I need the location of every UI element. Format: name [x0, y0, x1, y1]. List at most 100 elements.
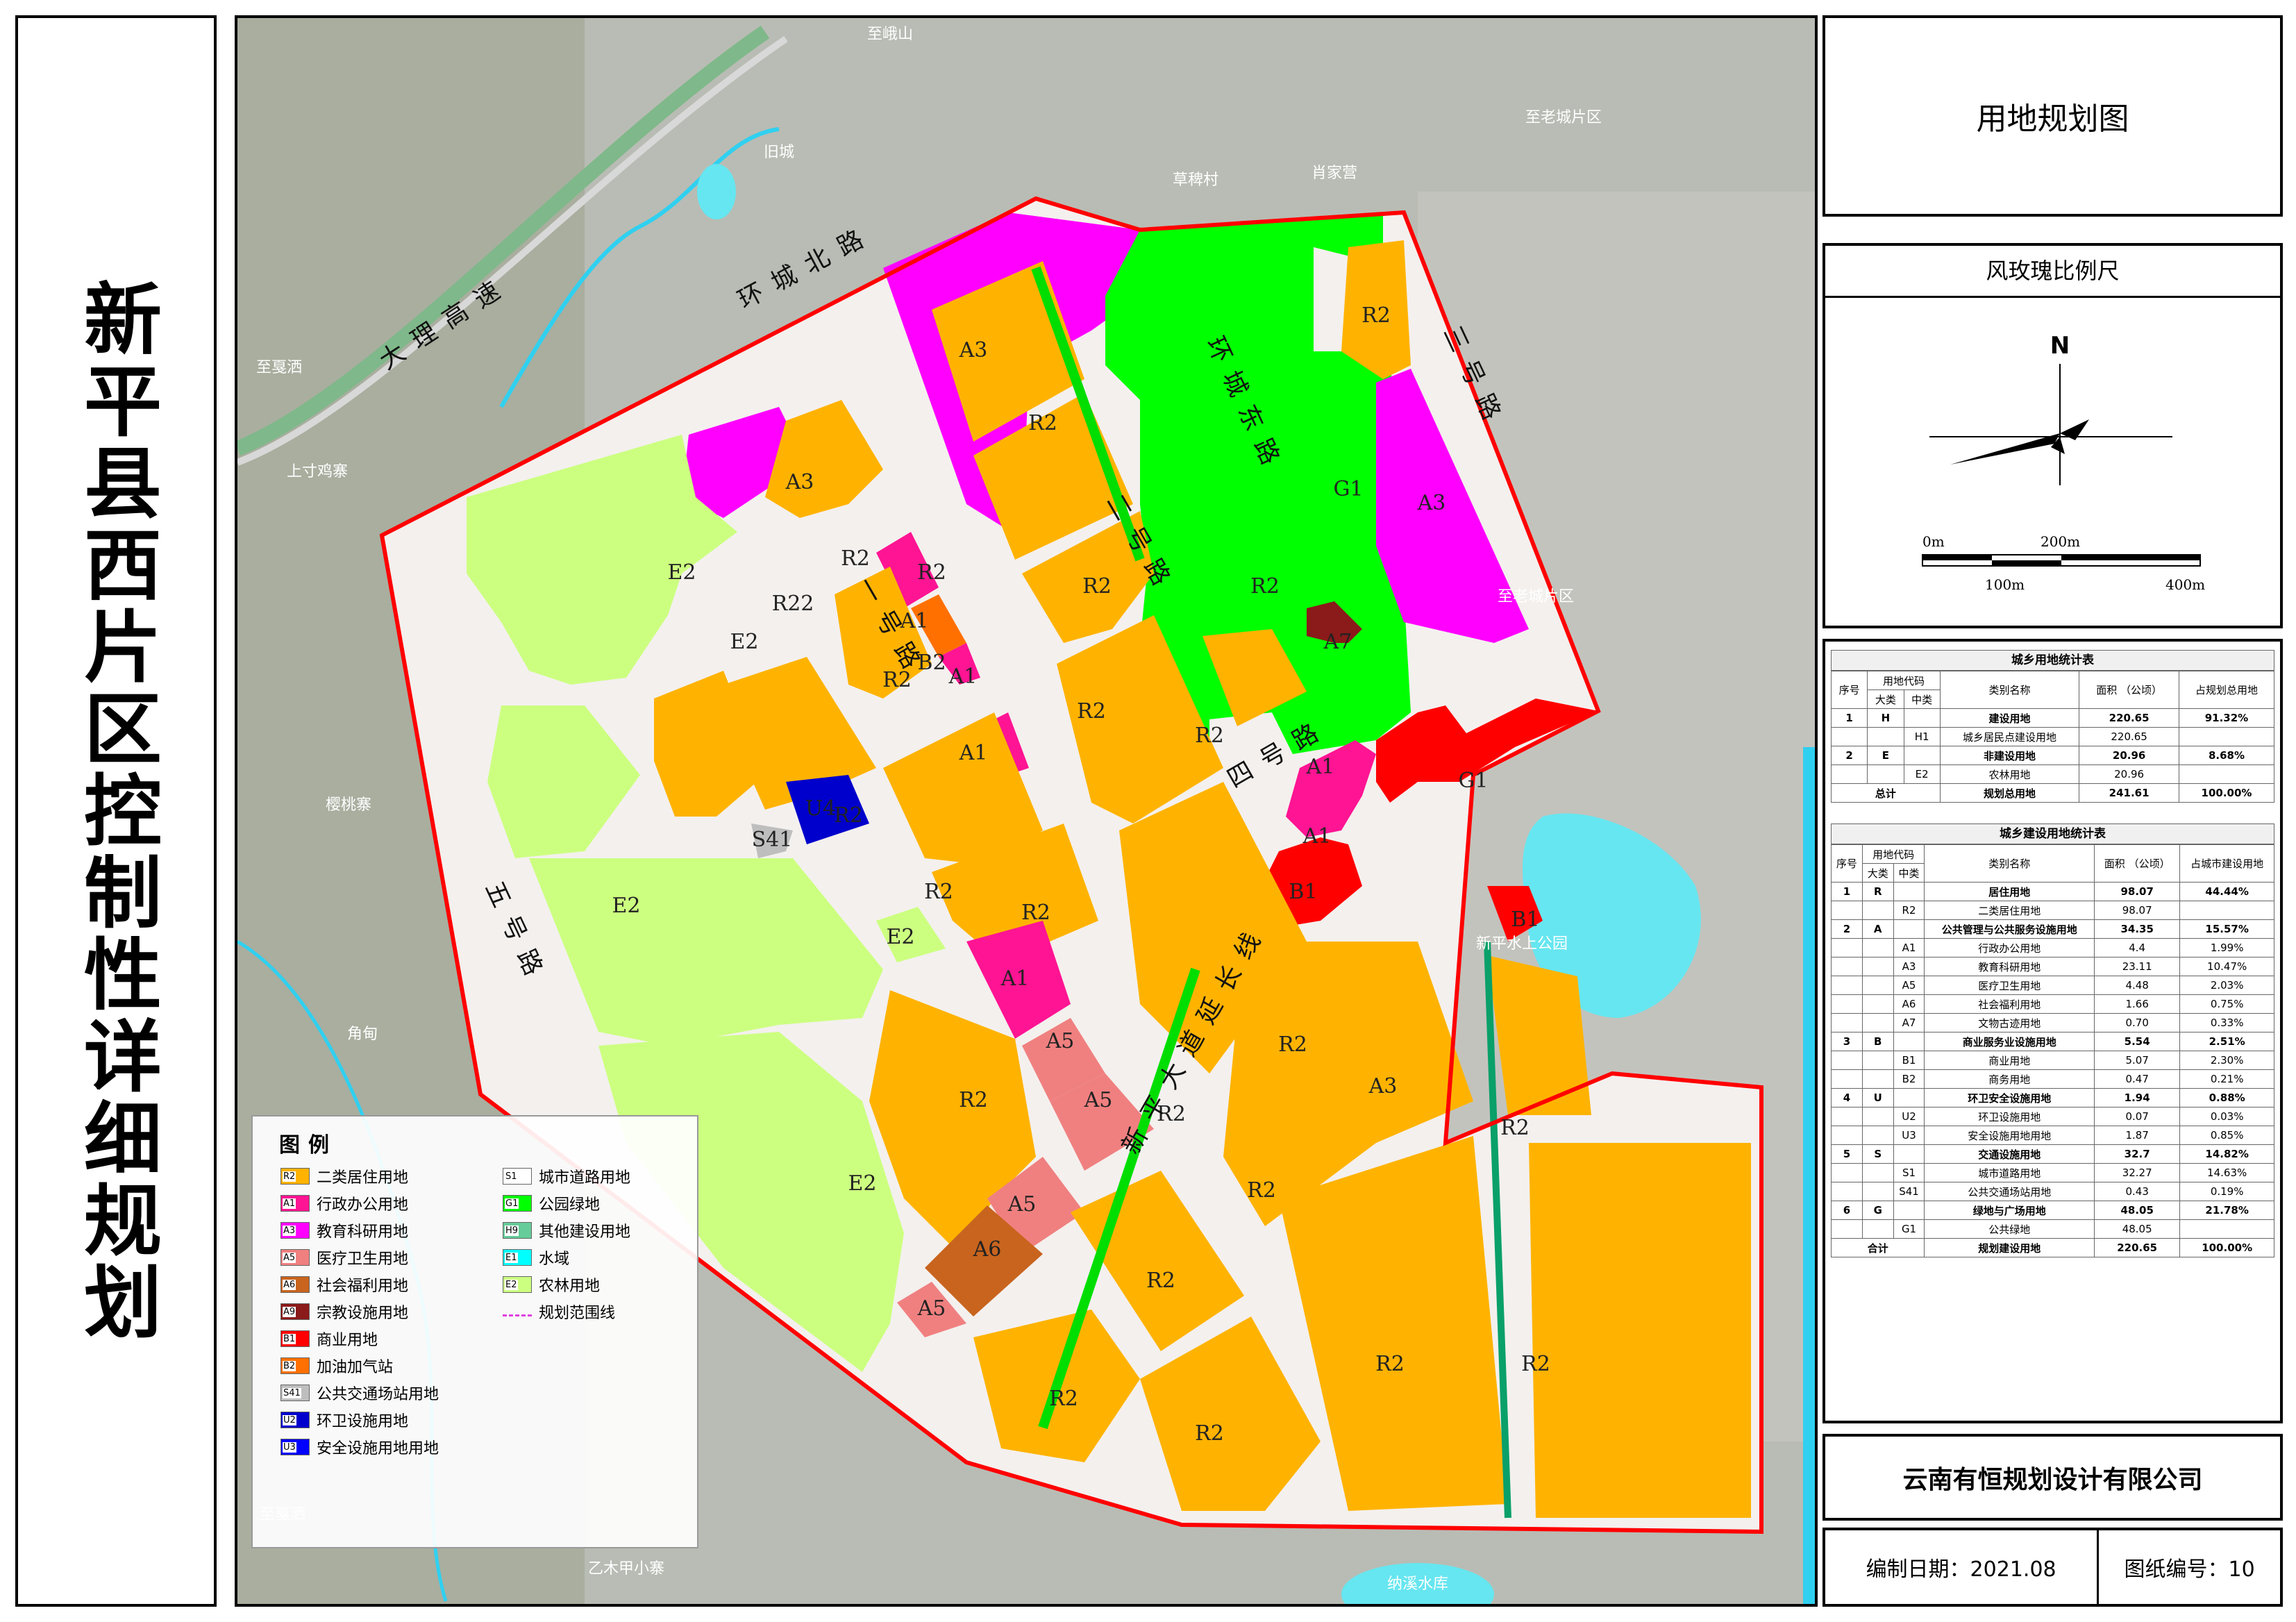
- legend-swatch: B1: [280, 1330, 310, 1347]
- cell-minor: B1: [1893, 1051, 1925, 1070]
- cell-area: 48.05: [2094, 1201, 2181, 1220]
- th2-minor: 中类: [1893, 863, 1925, 883]
- cell-minor: B2: [1893, 1069, 1925, 1089]
- cell-area: 5.07: [2094, 1051, 2181, 1070]
- cell-major: [1861, 1126, 1894, 1145]
- cell-major: [1861, 1182, 1894, 1201]
- th-code: 用地代码: [1867, 671, 1941, 690]
- cell-pct: 0.21%: [2179, 1069, 2274, 1089]
- cell-area: 4.48: [2094, 976, 2181, 995]
- scale-bar-seg1: [1922, 555, 1992, 560]
- legend-label: 医疗卫生用地: [317, 1251, 409, 1268]
- cell-pct: 2.51%: [2179, 1032, 2274, 1051]
- cell-area: 32.7: [2094, 1144, 2181, 1164]
- legend-item: A1 行政办公用地: [280, 1194, 409, 1214]
- legend-swatch: A3: [280, 1222, 310, 1239]
- cell-minor: S41: [1893, 1182, 1925, 1201]
- cell-minor: [1903, 708, 1941, 728]
- legend-item: A6 社会福利用地: [280, 1275, 408, 1295]
- cell-no: 1: [1830, 708, 1868, 728]
- cell-minor: U2: [1893, 1107, 1925, 1126]
- cell-major: H: [1867, 708, 1904, 728]
- legend-label: 其他建设用地: [539, 1223, 631, 1241]
- th-name: 类别名称: [1939, 671, 2080, 709]
- cell-no: [1831, 1051, 1863, 1070]
- parcel-label: R2: [1082, 574, 1112, 599]
- parcel-label: A7: [1323, 630, 1352, 654]
- legend-item: H9 其他建设用地: [503, 1221, 631, 1241]
- parcel-label: B1: [1289, 880, 1317, 904]
- cell-name: 城市道路用地: [1924, 1163, 2095, 1182]
- cell-minor: A7: [1893, 1013, 1925, 1032]
- legend-swatch: R2: [280, 1168, 310, 1185]
- statistics-panel: 城乡用地统计表 序号 用地代码 类别名称 面积 （公顷） 占规划总用地 大类 中…: [1822, 639, 2283, 1423]
- wind-rose-petal-1: [1950, 433, 2060, 465]
- cell-pct: 0.88%: [2179, 1088, 2274, 1107]
- cell-area: 98.07: [2094, 901, 2181, 920]
- total-cell: 220.65: [2094, 1238, 2181, 1257]
- table-row: E2 农林用地 20.96: [1830, 764, 2275, 784]
- scale-bar-seg3: [2061, 555, 2200, 560]
- table-total-row: 总计 规划总用地 241.61 100.00%: [1831, 783, 2275, 803]
- cell-area: 0.47: [2094, 1069, 2181, 1089]
- legend-item: S1 城市道路用地: [503, 1167, 630, 1187]
- cell-area: 1.66: [2094, 994, 2181, 1014]
- legend-swatch: E2: [503, 1276, 532, 1293]
- cell-major: [1861, 1107, 1894, 1126]
- legend-label: 二类居住用地: [317, 1169, 409, 1187]
- cell-name: 社会福利用地: [1924, 994, 2095, 1014]
- cell-no: 3: [1831, 1032, 1863, 1051]
- cell-minor: [1893, 919, 1925, 939]
- pond: [697, 164, 736, 219]
- cell-name: 农林用地: [1939, 764, 2080, 784]
- legend-item: A3 教育科研用地: [280, 1221, 408, 1241]
- legend-code: A5: [283, 1252, 296, 1263]
- legend-item: 规划范围线: [503, 1302, 616, 1322]
- cell-no: [1831, 976, 1863, 995]
- cell-pct: 0.03%: [2179, 1107, 2274, 1126]
- cell-name: 商业用地: [1924, 1051, 2095, 1070]
- parcel-label: A1: [1302, 824, 1332, 848]
- parcel-label: R22: [772, 592, 814, 616]
- legend-item: E1 水域: [503, 1248, 569, 1268]
- cell-minor: A1: [1893, 938, 1925, 958]
- compass-panel: 风玫瑰比例尺 N 0m 200m 100m 400m: [1822, 243, 2283, 628]
- company-name: 云南有恒规划设计有限公司: [1902, 1465, 2203, 1494]
- parcel-label: A1: [959, 741, 988, 765]
- place-label: 至老城片区: [1498, 588, 1574, 605]
- cell-minor: R2: [1893, 901, 1925, 920]
- cell-minor: [1903, 746, 1941, 765]
- cell-name: 建设用地: [1939, 708, 2080, 728]
- cell-name: 非建设用地: [1939, 746, 2080, 765]
- legend-code: S1: [505, 1171, 518, 1182]
- cell-major: [1861, 1219, 1894, 1239]
- legend-label: 规划范围线: [539, 1305, 616, 1322]
- scale-bar-seg2: [1992, 560, 2061, 566]
- parcel-label: A3: [1368, 1074, 1398, 1098]
- parcel-label: A3: [959, 338, 988, 362]
- cell-no: 6: [1831, 1201, 1863, 1220]
- parcel-label: E2: [848, 1171, 877, 1196]
- cell-name: 行政办公用地: [1924, 938, 2095, 958]
- compile-date: 编制日期：2021.08: [1866, 1557, 2056, 1582]
- parcel-label: R2: [1049, 1387, 1078, 1411]
- cell-pct: 2.03%: [2179, 976, 2274, 995]
- total-cell: 100.00%: [2179, 1238, 2274, 1257]
- legend-code: H9: [505, 1225, 519, 1236]
- cell-minor: [1893, 1201, 1925, 1220]
- cell-pct: 10.47%: [2179, 957, 2274, 976]
- cell-major: [1861, 901, 1894, 920]
- sheet-number: 图纸编号：10: [2097, 1530, 2280, 1604]
- parcel-label: R2: [1361, 303, 1391, 328]
- legend-code: E1: [505, 1252, 518, 1263]
- cell-no: [1831, 1219, 1863, 1239]
- legend-label: 农林用地: [539, 1278, 601, 1295]
- legend-label: 行政办公用地: [317, 1196, 409, 1214]
- th2-major: 大类: [1861, 863, 1894, 883]
- cell-major: [1867, 764, 1904, 784]
- place-label: 樱桃寨: [326, 796, 371, 814]
- parcel-label: E2: [668, 560, 696, 585]
- cell-area: 98.07: [2094, 882, 2181, 901]
- cell-area: 34.35: [2094, 919, 2181, 939]
- table-row: A3 教育科研用地 23.11 10.47%: [1831, 957, 2274, 976]
